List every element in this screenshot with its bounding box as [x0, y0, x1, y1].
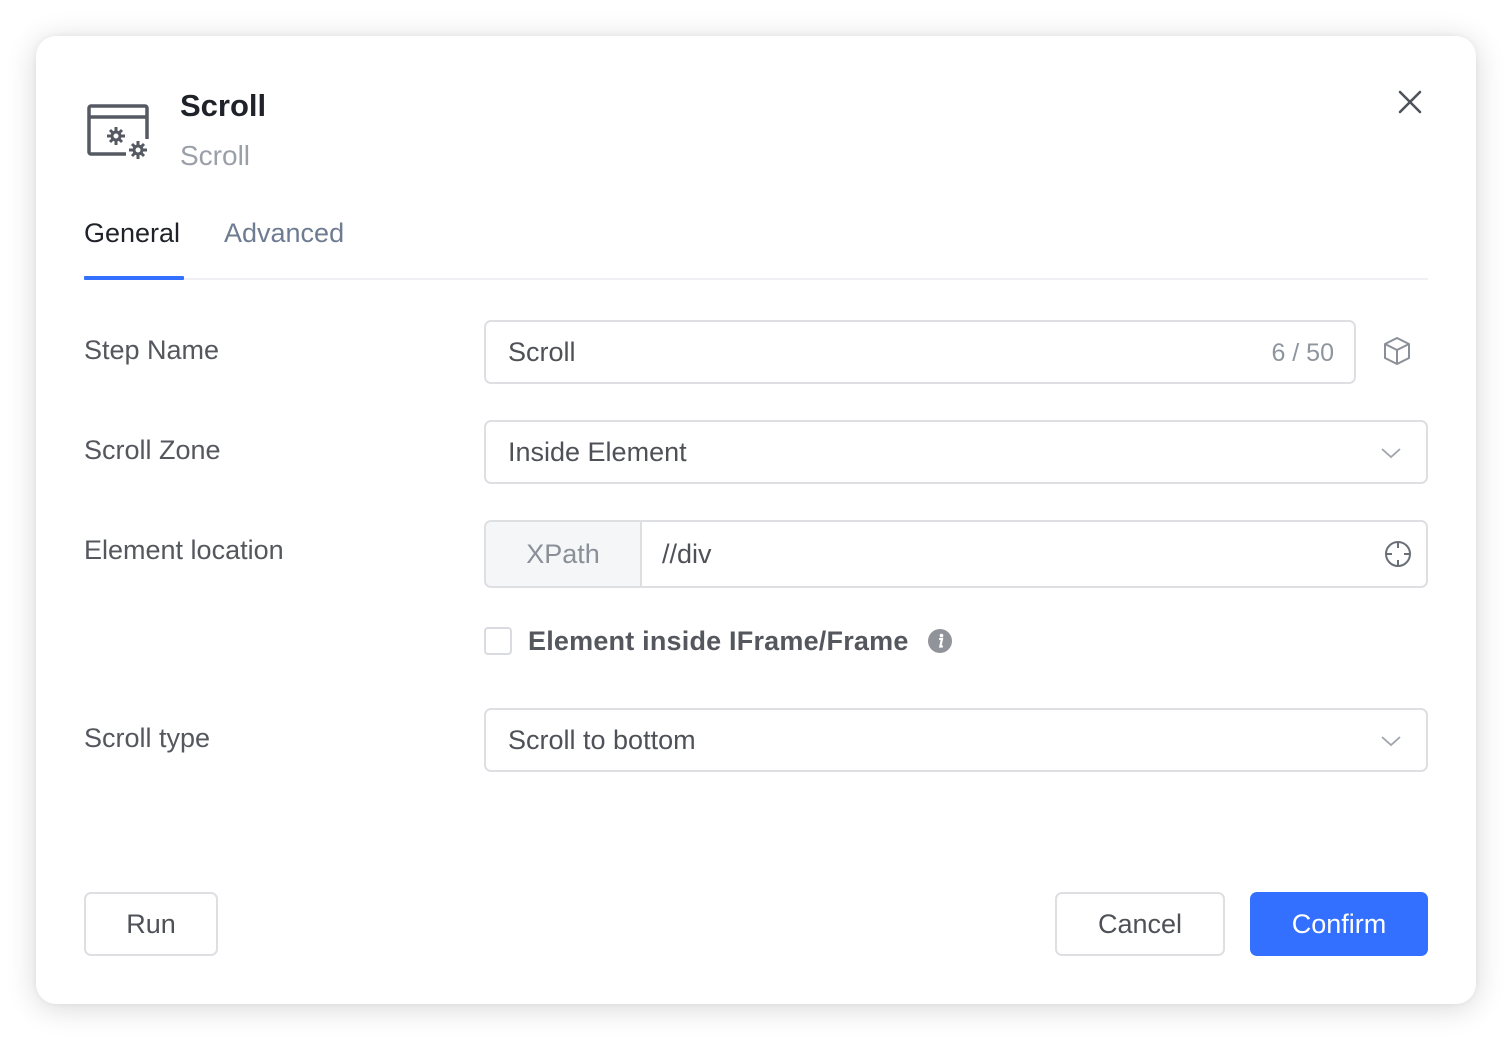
- scroll-step-dialog: Scroll Scroll General Advanced Step Name…: [36, 36, 1476, 1004]
- active-tab-indicator: [84, 276, 184, 280]
- xpath-input[interactable]: //div: [662, 539, 712, 570]
- chevron-down-icon: [1381, 448, 1401, 459]
- step-name-input[interactable]: Scroll 6 / 50: [484, 320, 1356, 384]
- scroll-type-label: Scroll type: [84, 723, 211, 753]
- character-counter: 6 / 50: [1271, 339, 1334, 367]
- scroll-zone-select[interactable]: Inside Element: [484, 420, 1428, 484]
- dialog-subtitle: Scroll: [180, 140, 251, 171]
- iframe-checkbox[interactable]: [484, 627, 512, 655]
- scroll-type-value: Scroll to bottom: [508, 725, 696, 755]
- settings-window-icon: [87, 104, 150, 163]
- confirm-button[interactable]: Confirm: [1250, 892, 1428, 956]
- element-location-field: XPath //div: [484, 520, 1428, 588]
- locator-type-addon[interactable]: XPath: [486, 522, 642, 586]
- iframe-checkbox-label[interactable]: Element inside IFrame/Frame: [528, 626, 909, 657]
- info-icon[interactable]: [927, 628, 953, 654]
- tab-advanced[interactable]: Advanced: [224, 218, 344, 249]
- close-icon[interactable]: [1392, 84, 1428, 120]
- dialog-title: Scroll: [180, 88, 267, 123]
- tab-general[interactable]: General: [84, 218, 180, 249]
- step-name-value: Scroll: [508, 337, 576, 367]
- cube-icon[interactable]: [1380, 334, 1414, 368]
- run-button[interactable]: Run: [84, 892, 218, 956]
- tab-bar: General Advanced: [84, 218, 1428, 280]
- element-location-label: Element location: [84, 535, 284, 565]
- crosshair-icon[interactable]: [1382, 538, 1414, 570]
- step-name-label: Step Name: [84, 335, 220, 365]
- chevron-down-icon: [1381, 736, 1401, 747]
- scroll-type-select[interactable]: Scroll to bottom: [484, 708, 1428, 772]
- iframe-checkbox-row: Element inside IFrame/Frame: [484, 624, 953, 658]
- cancel-button[interactable]: Cancel: [1055, 892, 1225, 956]
- scroll-zone-label: Scroll Zone: [84, 435, 221, 465]
- scroll-zone-value: Inside Element: [508, 437, 687, 467]
